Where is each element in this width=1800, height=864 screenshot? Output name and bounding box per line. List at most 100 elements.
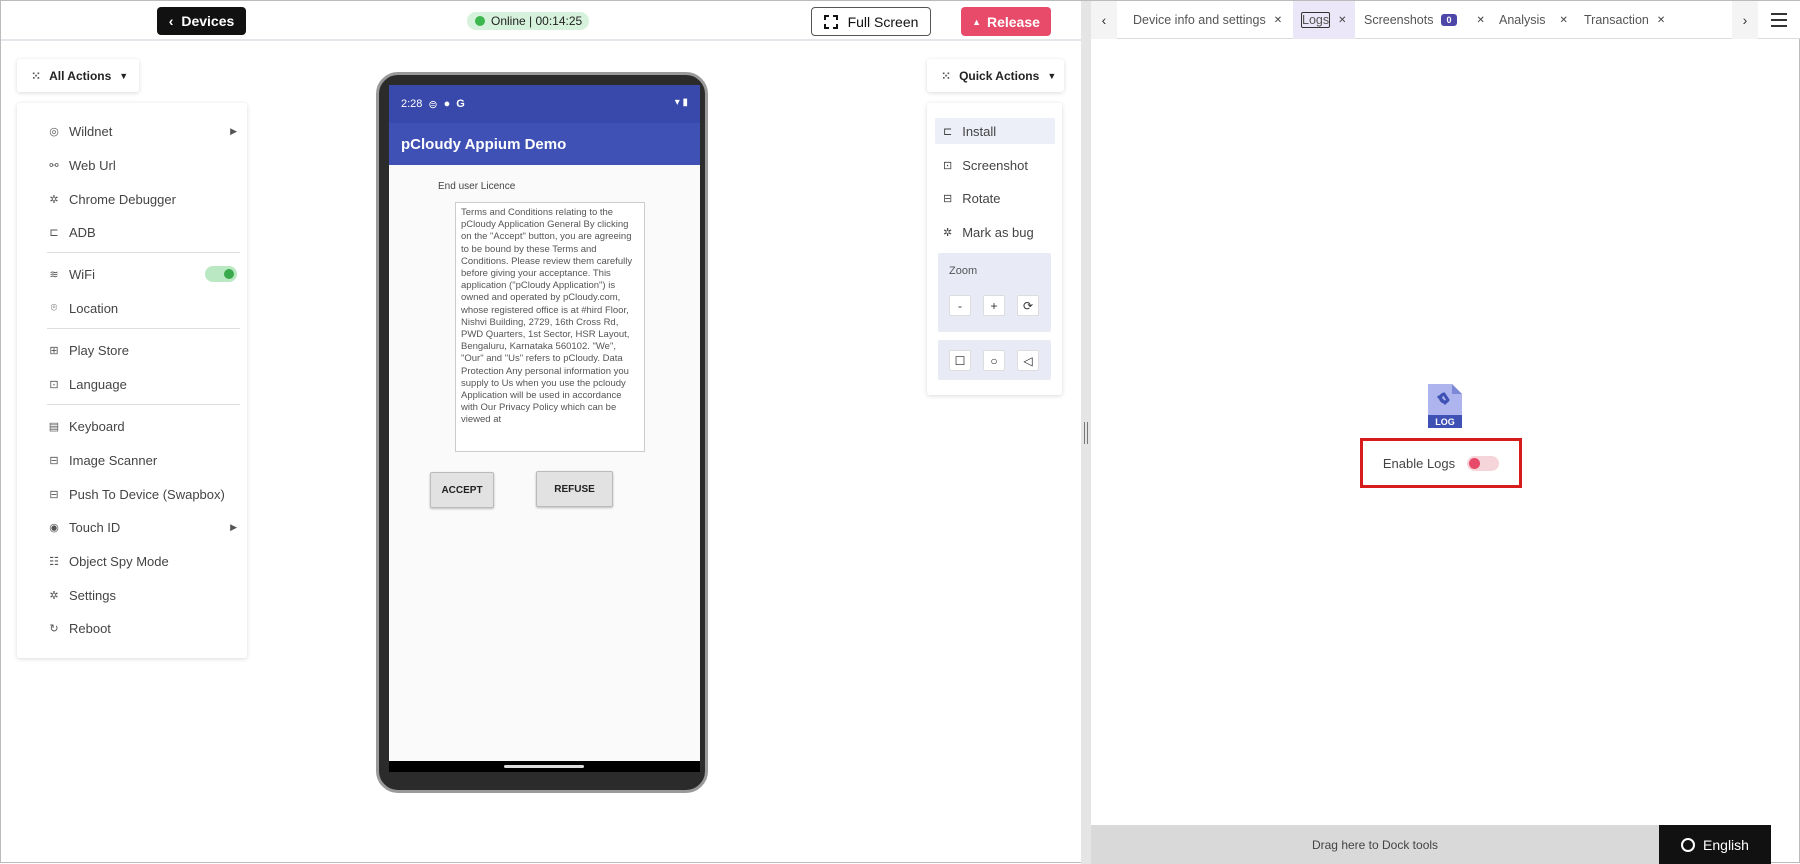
- menu-item-label: Web Url: [69, 157, 116, 173]
- close-icon[interactable]: ✕: [1338, 15, 1346, 26]
- menu-item-label: Object Spy Mode: [69, 553, 169, 569]
- menu-item-label: ADB: [69, 224, 96, 240]
- menu-item-label: Image Scanner: [69, 452, 158, 468]
- full-screen-button[interactable]: Full Screen: [811, 7, 931, 36]
- release-button[interactable]: ▲ Release: [961, 7, 1051, 36]
- rotate-label: Rotate: [962, 190, 1001, 206]
- screenshots-count-badge: 0: [1441, 14, 1457, 26]
- menu-item-chrome-debugger[interactable]: ✲ Chrome Debugger: [47, 188, 237, 210]
- menu-item-push-to-device[interactable]: ⊟ Push To Device (Swapbox): [47, 483, 237, 505]
- zoom-out-button[interactable]: -: [949, 295, 971, 316]
- link-icon: ⚯: [49, 159, 59, 172]
- wifi-icon: ≋: [49, 268, 59, 281]
- menu-item-web-url[interactable]: ⚯ Web Url: [47, 154, 237, 176]
- menu-item-keyboard[interactable]: ▤ Keyboard: [47, 415, 237, 437]
- menu-item-label: Settings: [69, 587, 116, 603]
- language-icon: ⊡: [49, 378, 59, 391]
- enable-logs-highlight: Enable Logs: [1360, 438, 1522, 488]
- device-status-bar: 2:28 ⊜ ● G ▾ ▮: [389, 85, 700, 123]
- all-actions-dropdown[interactable]: ⁙ All Actions ▼: [17, 59, 139, 92]
- wifi-battery-icon: ▾ ▮: [674, 97, 688, 108]
- install-label: Install: [962, 123, 997, 139]
- menu-item-location[interactable]: ⌾ Location: [47, 297, 237, 319]
- gear-icon: ✲: [49, 589, 59, 602]
- tab-device-info[interactable]: Device info and settings ✕: [1125, 1, 1290, 39]
- screenshot-label: Screenshot: [962, 157, 1028, 173]
- menu-item-object-spy[interactable]: ☷ Object Spy Mode: [47, 550, 237, 572]
- menu-item-wifi[interactable]: ≋ WiFi: [47, 263, 237, 285]
- tool-tabs-bar: ‹ Device info and settings ✕ Logs ✕ Scre…: [1091, 1, 1800, 39]
- tab-transaction[interactable]: Transaction ✕: [1576, 1, 1673, 39]
- chevron-left-icon: ‹: [168, 13, 174, 29]
- tab-analysis[interactable]: Analysis ✕: [1491, 1, 1576, 39]
- tab-label: Analysis: [1499, 13, 1546, 27]
- enable-logs-toggle[interactable]: [1467, 455, 1500, 471]
- menu-item-touch-id[interactable]: ◉ Touch ID ▶: [47, 516, 237, 538]
- close-icon[interactable]: ✕: [1477, 15, 1485, 26]
- tab-label: Device info and settings: [1133, 13, 1266, 27]
- quick-actions-panel: ⊏ Install ⊡ Screenshot ⊟ Rotate ✲ Mark a…: [927, 103, 1062, 395]
- back-button[interactable]: ◁: [1017, 350, 1039, 371]
- full-screen-label: Full Screen: [847, 13, 919, 30]
- panel-splitter[interactable]: [1081, 1, 1091, 864]
- menu-item-settings[interactable]: ✲ Settings: [47, 584, 237, 606]
- release-label: Release: [986, 13, 1040, 30]
- tabs-scroll-right-button[interactable]: ›: [1732, 1, 1758, 39]
- tab-screenshots[interactable]: Screenshots 0 ✕: [1356, 1, 1493, 39]
- online-dot-icon: [475, 16, 485, 26]
- menu-item-image-scanner[interactable]: ⊟ Image Scanner: [47, 449, 237, 471]
- home-button[interactable]: ○: [983, 350, 1005, 371]
- google-icon: G: [456, 98, 465, 110]
- close-icon[interactable]: ✕: [1274, 15, 1282, 26]
- mark-as-bug-button[interactable]: ✲ Mark as bug: [935, 219, 1055, 245]
- device-screen[interactable]: 2:28 ⊜ ● G ▾ ▮ pCloudy Appium Demo End u…: [389, 85, 700, 772]
- location-pin-icon: ⌾: [50, 301, 58, 314]
- keyboard-icon: ▤: [48, 420, 60, 433]
- tab-label: Transaction: [1584, 13, 1649, 27]
- gesture-nav-bar[interactable]: [389, 761, 700, 772]
- devices-label: Devices: [181, 13, 235, 29]
- drag-handle-icon[interactable]: [1084, 422, 1088, 444]
- menu-item-wildnet[interactable]: ◎ Wildnet ▶: [47, 120, 237, 142]
- terms-textbox[interactable]: Terms and Conditions relating to the pCl…: [455, 202, 645, 452]
- all-actions-menu: ◎ Wildnet ▶ ⚯ Web Url ✲ Chrome Debugger …: [17, 103, 247, 658]
- dock-drop-zone[interactable]: Drag here to Dock tools: [1091, 825, 1659, 864]
- zoom-reset-button[interactable]: ⟳: [1017, 295, 1039, 316]
- quick-actions-label: Quick Actions: [959, 68, 1040, 83]
- adb-icon: ⊏: [49, 226, 59, 239]
- menu-item-adb[interactable]: ⊏ ADB: [47, 221, 237, 243]
- menu-item-label: Play Store: [69, 342, 129, 358]
- menu-item-label: WiFi: [69, 266, 95, 282]
- language-button[interactable]: English: [1659, 825, 1771, 864]
- zoom-in-button[interactable]: +: [983, 295, 1005, 316]
- install-icon: ⊏: [943, 125, 953, 138]
- recent-apps-button[interactable]: ☐: [949, 350, 971, 371]
- quick-actions-dropdown[interactable]: ⁙ Quick Actions ▼: [927, 59, 1064, 92]
- square-icon: ☐: [954, 353, 966, 368]
- triangle-back-icon: ◁: [1023, 353, 1033, 368]
- devices-back-button[interactable]: ‹ Devices: [157, 7, 246, 35]
- refresh-icon: ⟳: [1022, 298, 1034, 313]
- refuse-button[interactable]: REFUSE: [536, 471, 613, 507]
- screenshot-button[interactable]: ⊡ Screenshot: [935, 152, 1055, 178]
- tabs-scroll-left-button[interactable]: ‹: [1091, 1, 1117, 39]
- circle-icon: ○: [990, 353, 998, 368]
- menu-item-play-store[interactable]: ⊞ Play Store: [47, 339, 237, 361]
- rotate-button[interactable]: ⊟ Rotate: [935, 185, 1055, 211]
- wifi-toggle[interactable]: [205, 266, 237, 282]
- menu-item-language[interactable]: ⊡ Language: [47, 373, 237, 395]
- dot-icon: ●: [443, 98, 451, 110]
- close-icon[interactable]: ✕: [1560, 15, 1568, 26]
- menu-hamburger-icon[interactable]: [1771, 13, 1787, 27]
- install-button[interactable]: ⊏ Install: [935, 118, 1055, 144]
- app-title: pCloudy Appium Demo: [401, 135, 567, 153]
- menu-divider: [47, 328, 240, 329]
- menu-item-reboot[interactable]: ↻ Reboot: [47, 617, 237, 639]
- accept-button[interactable]: ACCEPT: [430, 472, 494, 508]
- close-icon[interactable]: ✕: [1657, 15, 1665, 26]
- tab-logs[interactable]: Logs ✕: [1293, 1, 1355, 39]
- tab-label: Logs: [1301, 12, 1331, 28]
- mark-as-bug-label: Mark as bug: [962, 224, 1034, 240]
- globe-icon: [1681, 837, 1696, 852]
- chevron-left-icon: ‹: [1101, 12, 1107, 28]
